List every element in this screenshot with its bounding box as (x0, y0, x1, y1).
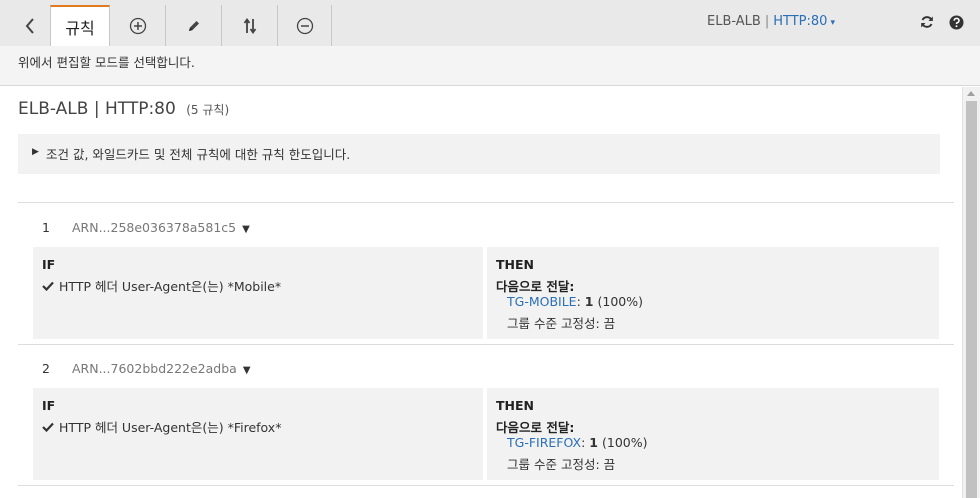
caret-down-icon: ▼ (242, 365, 251, 376)
delete-rules-button[interactable] (278, 5, 332, 46)
reorder-arrows-icon (243, 17, 257, 35)
rule-limits-expander[interactable]: ▶ 조건 값, 와일드카드 및 전체 규칙에 대한 규칙 한도입니다. (18, 134, 940, 174)
rule-arn-toggle[interactable]: ARN...7602bbd222e2adba ▼ (72, 361, 251, 376)
rule-card: 2 ARN...7602bbd222e2adba ▼ IF HTTP 헤더 Use… (18, 344, 954, 486)
rule-condition: HTTP 헤더 User-Agent은(는) *Firefox* (42, 417, 281, 436)
if-label: IF (42, 257, 56, 272)
listener-protocol[interactable]: HTTP:80 (773, 14, 827, 29)
toolbar: 규칙 ELB-ALB | HTTP:80 ▾ (0, 0, 980, 46)
title-separator: | (93, 99, 100, 119)
check-icon (42, 420, 54, 435)
target-group-link[interactable]: TG-FIREFOX (507, 435, 581, 450)
target-group-link[interactable]: TG-MOBILE (507, 294, 577, 309)
tab-rules[interactable]: 규칙 (50, 5, 110, 46)
condition-text: HTTP 헤더 User-Agent은(는) *Mobile* (59, 279, 282, 294)
divider (18, 485, 954, 486)
target-weight: 1 (584, 294, 594, 309)
chevron-left-icon (24, 17, 36, 35)
rule-if-panel: IF HTTP 헤더 User-Agent은(는) *Firefox* (33, 388, 483, 480)
rule-if-panel: IF HTTP 헤더 User-Agent은(는) *Mobile* (33, 247, 483, 339)
rule-condition: HTTP 헤더 User-Agent은(는) *Mobile* (42, 276, 281, 295)
pencil-icon (187, 19, 201, 33)
forward-target: TG-MOBILE: 1 (100%) (507, 294, 643, 309)
minus-circle-icon (296, 17, 314, 35)
stickiness-text: 그룹 수준 고정성: 끔 (507, 316, 616, 331)
page-title: ELB-ALB | HTTP:80 (5 규칙) (18, 99, 229, 119)
rule-then-panel: THEN 다음으로 전달: TG-MOBILE: 1 (100%) 그룹 수준 … (487, 247, 939, 339)
vertical-scrollbar[interactable] (962, 87, 980, 498)
rule-number: 2 (42, 361, 50, 376)
rule-count: (5 규칙) (186, 103, 230, 117)
rules-content: ELB-ALB | HTTP:80 (5 규칙) ▶ 조건 값, 와일드카드 및… (0, 87, 962, 498)
target-weight: 1 (589, 435, 598, 450)
hint-text: 위에서 편집할 모드를 선택합니다. (18, 55, 195, 70)
listener-separator: | (764, 14, 770, 29)
chevron-down-icon: ▾ (830, 18, 835, 28)
stickiness-text: 그룹 수준 고정성: 끔 (507, 457, 616, 472)
target-colon: : (576, 294, 581, 309)
forward-target: TG-FIREFOX: 1 (100%) (507, 435, 647, 450)
scrollbar-thumb[interactable] (966, 101, 977, 498)
title-lb-name: ELB-ALB (18, 99, 89, 119)
action-label: 다음으로 전달: (496, 420, 575, 435)
condition-text: HTTP 헤더 User-Agent은(는) *Firefox* (59, 420, 282, 435)
target-weight-pct: (100%) (597, 294, 643, 309)
rule-arn: ARN...258e036378a581c5 (72, 220, 237, 235)
rule-limits-text: 조건 값, 와일드카드 및 전체 규칙에 대한 규칙 한도입니다. (46, 147, 351, 162)
scroll-up-arrow-icon[interactable] (967, 91, 975, 96)
then-label: THEN (496, 398, 534, 413)
help-icon[interactable] (948, 14, 964, 30)
action-label: 다음으로 전달: (496, 279, 575, 294)
listener-selector[interactable]: ELB-ALB | HTTP:80 ▾ (707, 14, 835, 29)
caret-down-icon: ▼ (242, 224, 250, 235)
back-button[interactable] (10, 5, 50, 46)
rule-number: 1 (42, 220, 50, 235)
then-label: THEN (496, 257, 534, 272)
listener-lb-name: ELB-ALB (707, 14, 761, 29)
rule-arn: ARN...7602bbd222e2adba (72, 361, 237, 376)
rule-arn-toggle[interactable]: ARN...258e036378a581c5 ▼ (72, 220, 250, 235)
caret-right-icon: ▶ (32, 147, 39, 157)
if-label: IF (42, 398, 56, 413)
edit-rules-button[interactable] (166, 5, 222, 46)
hint-bar: 위에서 편집할 모드를 선택합니다. (0, 46, 980, 86)
reorder-rules-button[interactable] (222, 5, 278, 46)
plus-circle-icon (129, 17, 147, 35)
target-weight-pct: (100%) (601, 435, 648, 450)
refresh-icon[interactable] (919, 14, 935, 30)
title-protocol: HTTP:80 (104, 99, 176, 119)
check-icon (42, 279, 54, 294)
add-rule-button[interactable] (110, 5, 166, 46)
rule-card: 1 ARN...258e036378a581c5 ▼ IF HTTP 헤더 Use… (18, 203, 954, 345)
rule-then-panel: THEN 다음으로 전달: TG-FIREFOX: 1 (100%) 그룹 수준… (487, 388, 939, 480)
target-colon: : (581, 435, 586, 450)
